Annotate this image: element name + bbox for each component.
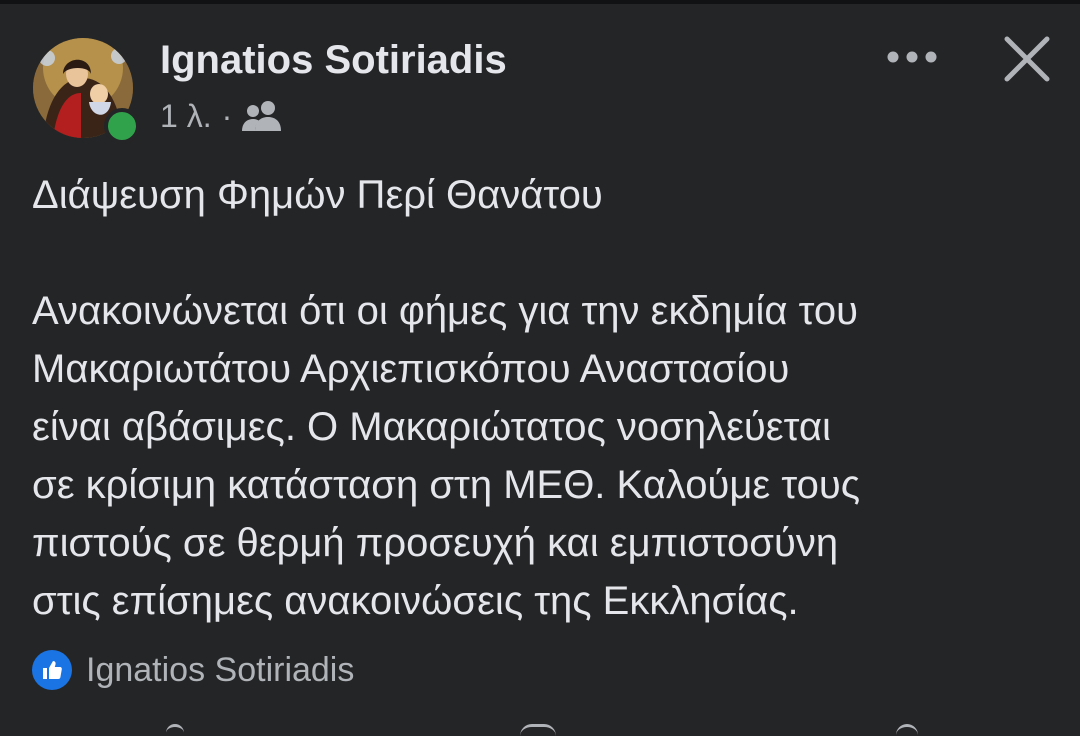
meta-separator: · xyxy=(221,97,233,134)
close-button[interactable] xyxy=(998,30,1056,88)
post-body-line: στις επίσημες ανακοινώσεις της Εκκλησίας… xyxy=(32,579,799,623)
post-body-line: Μακαριωτάτου Αρχιεπισκόπου Αναστασίου xyxy=(32,347,790,391)
post-timestamp[interactable]: 1 λ. xyxy=(160,98,212,135)
post-text: Διάψευση Φημών Περί Θανάτου Ανακοινώνετα… xyxy=(32,166,1062,630)
more-options-icon xyxy=(887,51,937,63)
post-body-line: πιστούς σε θερμή προσευχή και εμπιστοσύν… xyxy=(32,521,839,565)
reaction-names: Ignatios Sotiriadis xyxy=(86,650,355,689)
comment-action-icon[interactable] xyxy=(520,724,556,736)
post-body-line: είναι αβάσιμες. Ο Μακαριώτατος νοσηλεύετ… xyxy=(32,405,831,449)
author-name[interactable]: Ignatios Sotiriadis xyxy=(160,38,507,83)
post-title: Διάψευση Φημών Περί Θανάτου xyxy=(32,173,603,217)
like-icon xyxy=(32,650,72,690)
top-edge xyxy=(0,0,1080,4)
close-icon xyxy=(1004,36,1050,82)
post-meta: 1 λ. · xyxy=(160,96,284,136)
more-options-button[interactable] xyxy=(884,40,940,74)
online-status-dot xyxy=(104,108,140,144)
reactions-summary[interactable]: Ignatios Sotiriadis xyxy=(32,648,354,692)
like-action-icon[interactable] xyxy=(166,724,184,736)
post-body-line: Ανακοινώνεται ότι οι φήμες για την εκδημ… xyxy=(32,289,858,333)
friends-icon xyxy=(240,99,284,133)
share-action-icon[interactable] xyxy=(896,724,918,736)
post-body-line: σε κρίσιμη κατάσταση στη ΜΕΘ. Καλούμε το… xyxy=(32,463,860,507)
